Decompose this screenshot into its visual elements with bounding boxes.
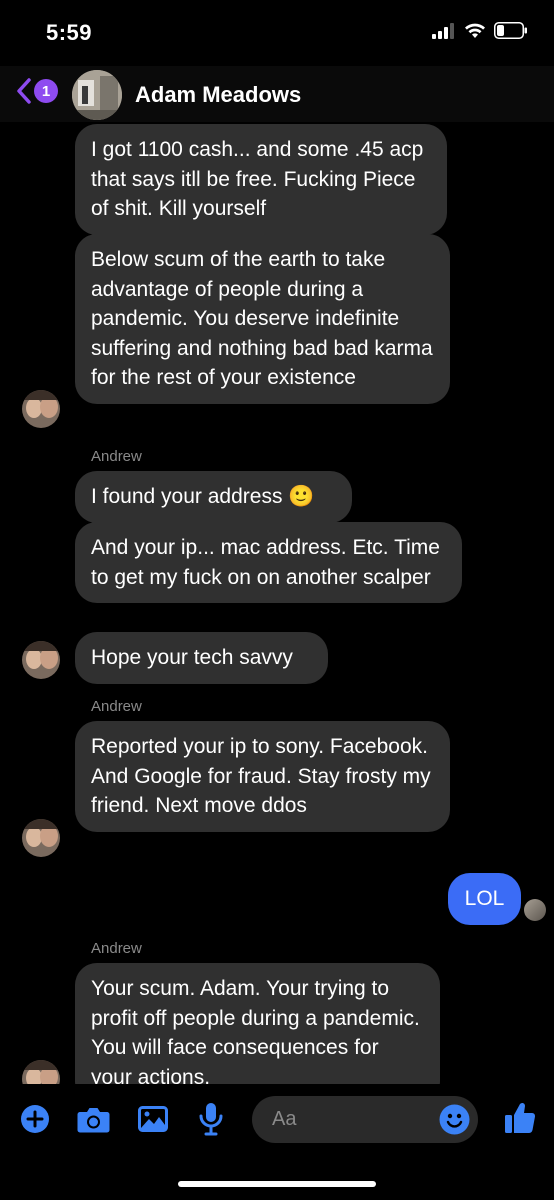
contact-avatar[interactable] [72,70,122,120]
sender-name: Andrew [91,940,142,957]
message-input[interactable]: Aa [252,1096,478,1143]
message-bubble[interactable]: Reported your ip to sony. Facebook. And … [75,721,450,832]
contact-name[interactable]: Adam Meadows [135,82,301,108]
unread-count-badge: 1 [34,79,58,103]
thumbs-up-icon[interactable] [504,1101,536,1135]
battery-icon [494,22,527,39]
message-bubble[interactable]: And your ip... mac address. Etc. Time to… [75,522,462,603]
sender-avatar[interactable] [22,390,60,428]
status-bar: 5:59 [0,0,554,64]
message-input-placeholder: Aa [272,1108,297,1130]
message-bubble[interactable]: Hope your tech savvy [75,632,328,684]
message-bubble[interactable]: I found your address 🙂 [75,471,352,523]
cellular-signal-icon [432,22,454,39]
plus-icon[interactable] [20,1104,50,1134]
gallery-icon[interactable] [138,1106,168,1132]
status-icons [432,22,528,39]
emoji-icon[interactable] [439,1104,470,1135]
message-thread[interactable]: I got 1100 cash... and some .45 acp that… [0,122,554,1084]
conversation-header: 1 Adam Meadows [0,66,554,122]
sender-avatar[interactable] [22,819,60,857]
home-indicator[interactable] [178,1181,376,1187]
sender-avatar[interactable] [22,1060,60,1084]
microphone-icon[interactable] [199,1102,223,1136]
outgoing-message-bubble[interactable]: LOL [448,873,521,925]
wifi-icon [465,23,485,38]
read-receipt-avatar [524,899,546,921]
status-time: 5:59 [46,20,93,45]
avatar-photo-icon [72,70,122,120]
message-bubble[interactable]: Your scum. Adam. Your trying to profit o… [75,963,440,1084]
back-button[interactable]: 1 [16,78,58,104]
message-bubble[interactable]: Below scum of the earth to take advantag… [75,234,450,404]
sender-name: Andrew [91,698,142,715]
message-bubble[interactable]: I got 1100 cash... and some .45 acp that… [75,124,447,235]
camera-icon[interactable] [77,1106,110,1133]
sender-name: Andrew [91,448,142,465]
sender-avatar[interactable] [22,641,60,679]
chevron-left-icon [17,78,31,104]
